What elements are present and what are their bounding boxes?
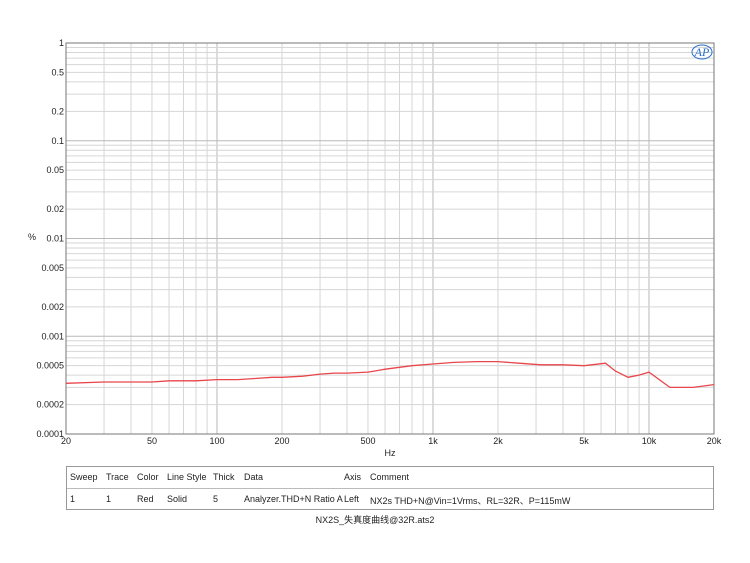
y-axis-label: % — [28, 232, 36, 242]
x-tick-label: 10k — [642, 436, 657, 446]
cell-trace: 1 — [106, 494, 112, 504]
header-data: Data — [244, 472, 264, 482]
x-tick-label: 20 — [61, 436, 71, 446]
x-tick-label: 2k — [493, 436, 503, 446]
cell-comment: NX2s THD+N@Vin=1Vrms、RL=32R、P=115mW — [370, 496, 571, 506]
x-axis-label: Hz — [385, 448, 396, 458]
thd-n-chart: 1 0.5 0.2 0.1 0.05 0.02 0.01 0.005 0.002 0.001 0.0… — [28, 38, 722, 458]
y-tick-label: 0.5 — [51, 67, 64, 77]
header-color: Color — [137, 472, 159, 482]
y-tick-label: 0.05 — [46, 165, 64, 175]
cell-line-style: Solid — [167, 494, 188, 504]
cell-sweep: 1 — [70, 494, 76, 504]
svg-text:AP: AP — [694, 45, 710, 59]
y-tick-label: 0.0005 — [36, 361, 64, 371]
cell-axis: Left — [344, 494, 360, 504]
x-tick-label: 100 — [209, 436, 224, 446]
y-tick-label: 0.0002 — [36, 400, 64, 410]
x-tick-label: 5k — [579, 436, 589, 446]
header-comment: Comment — [370, 472, 410, 482]
y-tick-label: 0.005 — [41, 263, 64, 273]
x-tick-label: 50 — [147, 436, 157, 446]
y-axis-ticks: 1 0.5 0.2 0.1 0.05 0.02 0.01 0.005 0.002 0.001 0.0… — [36, 38, 64, 439]
cell-thick: 5 — [213, 494, 219, 504]
x-tick-label: 20k — [707, 436, 722, 446]
ap-logo: AP — [691, 44, 713, 60]
header-axis: Axis — [344, 472, 362, 482]
header-sweep: Sweep — [70, 472, 98, 482]
legend-data-row: 1 1 Red Solid 5 Analyzer.THD+N Ratio A L… — [67, 489, 713, 511]
y-tick-label: 1 — [59, 38, 64, 48]
x-tick-label: 500 — [360, 436, 375, 446]
header-line-style: Line Style — [167, 472, 207, 482]
legend-header-row: Sweep Trace Color Line Style Thick Data … — [67, 467, 713, 489]
x-tick-label: 200 — [274, 436, 289, 446]
y-tick-label: 0.1 — [51, 136, 64, 146]
y-tick-label: 0.0001 — [36, 429, 64, 439]
file-name: NX2S_失真度曲线@32R.ats2 — [315, 515, 435, 525]
x-axis-ticks: 20 50 100 200 500 1k 2k 5k 10k 20k — [61, 436, 722, 446]
x-tick-label: 1k — [428, 436, 438, 446]
y-tick-label: 0.02 — [46, 204, 64, 214]
y-tick-label: 0.002 — [41, 302, 64, 312]
cell-data: Analyzer.THD+N Ratio A — [244, 494, 343, 504]
header-thick: Thick — [213, 472, 235, 482]
y-tick-label: 0.001 — [41, 331, 64, 341]
y-tick-label: 0.2 — [51, 106, 64, 116]
chart-grid — [65, 42, 715, 435]
header-trace: Trace — [106, 472, 129, 482]
y-tick-label: 0.01 — [46, 234, 64, 244]
trace-legend-table: Sweep Trace Color Line Style Thick Data … — [66, 466, 714, 510]
cell-color: Red — [137, 494, 154, 504]
